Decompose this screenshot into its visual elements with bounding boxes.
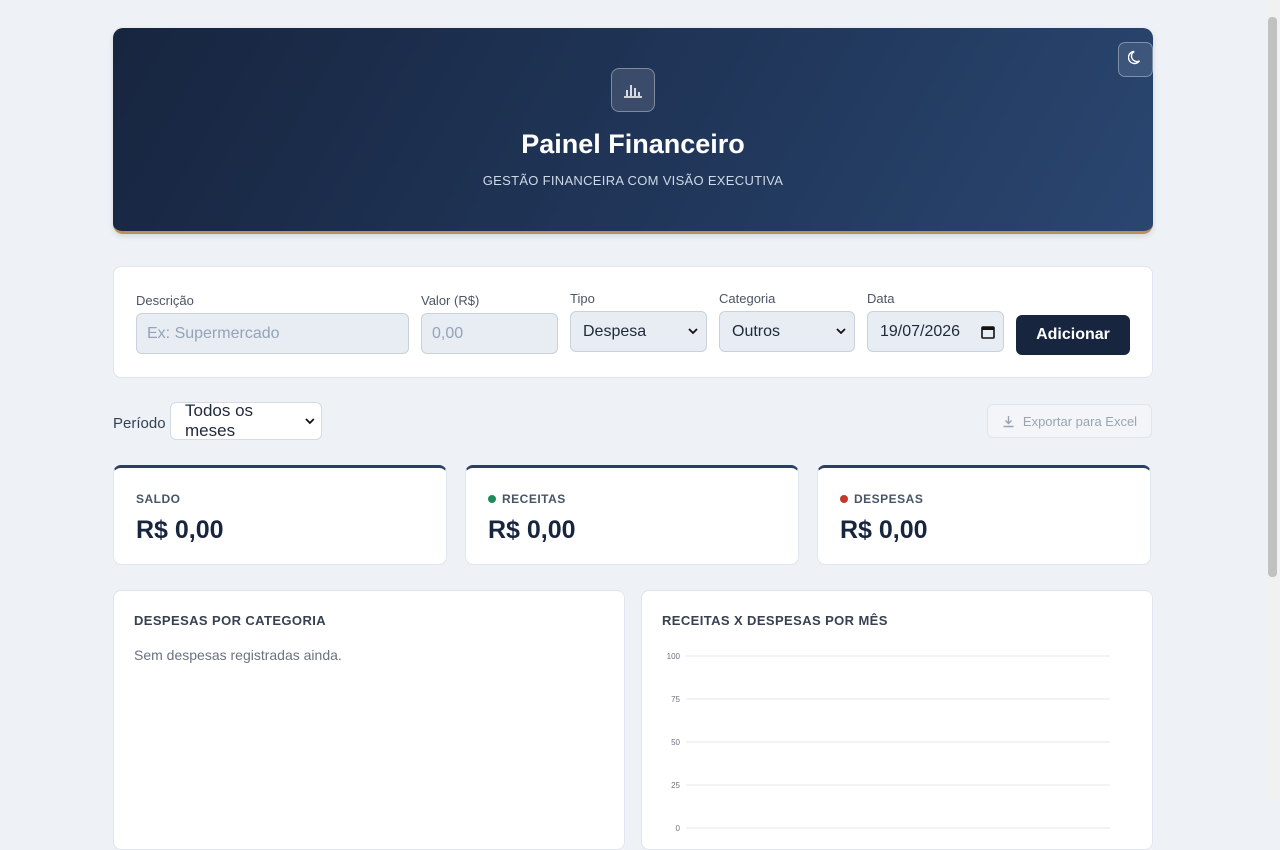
scrollbar[interactable] <box>1265 0 1280 800</box>
page-title: Painel Financeiro <box>521 129 745 159</box>
page-subtitle: GESTÃO FINANCEIRA COM VISÃO EXECUTIVA <box>482 173 784 188</box>
add-button[interactable]: Adicionar <box>1016 315 1130 355</box>
type-select[interactable]: Despesa <box>570 311 707 352</box>
moon-icon <box>1127 49 1144 70</box>
kpi-label: RECEITAS <box>502 492 566 506</box>
empty-state-text: Sem despesas registradas ainda. <box>134 647 342 663</box>
monthly-panel: RECEITAS X DESPESAS POR MÊS 100 75 50 25 0 <box>641 590 1153 850</box>
kpi-card-saldo: SALDO R$ 0,00 <box>113 465 447 565</box>
kpi-value: R$ 0,00 <box>488 516 576 544</box>
description-input[interactable]: Ex: Supermercado <box>136 313 409 354</box>
kpi-card-despesas: DESPESAS R$ 0,00 <box>817 465 1151 565</box>
period-label: Período <box>113 415 166 432</box>
date-label: Data <box>867 291 895 306</box>
y-tick-label: 0 <box>676 824 681 833</box>
value-label: Valor (R$) <box>421 293 480 308</box>
chevron-down-icon <box>688 328 698 335</box>
chevron-down-icon <box>836 328 846 335</box>
kpi-value: R$ 0,00 <box>136 516 224 544</box>
date-input[interactable]: 19/07/2026 <box>867 311 1004 352</box>
download-icon <box>1003 415 1014 427</box>
scrollbar-thumb[interactable] <box>1268 17 1277 577</box>
y-tick-label: 25 <box>671 781 680 790</box>
chevron-down-icon <box>305 417 315 424</box>
panel-title: RECEITAS X DESPESAS POR MÊS <box>662 613 888 628</box>
panel-title: DESPESAS POR CATEGORIA <box>134 613 327 628</box>
description-label: Descrição <box>136 293 194 308</box>
expense-dot-icon <box>840 495 848 503</box>
bar-chart-icon <box>611 68 655 112</box>
calendar-icon[interactable] <box>981 325 995 339</box>
header-banner: Painel Financeiro GESTÃO FINANCEIRA COM … <box>113 28 1153 234</box>
theme-toggle-button[interactable] <box>1118 42 1153 77</box>
y-tick-label: 50 <box>671 738 680 747</box>
transaction-form: Descrição Ex: Supermercado Valor (R$) 0,… <box>113 266 1153 378</box>
kpi-card-receitas: RECEITAS R$ 0,00 <box>465 465 799 565</box>
value-input[interactable]: 0,00 <box>421 313 558 354</box>
kpi-label: SALDO <box>136 492 181 506</box>
y-tick-label: 100 <box>667 652 681 661</box>
period-select[interactable]: Todos os meses <box>170 401 322 440</box>
kpi-label: DESPESAS <box>854 492 924 506</box>
export-excel-button[interactable]: Exportar para Excel <box>987 404 1152 438</box>
type-label: Tipo <box>570 291 595 306</box>
income-dot-icon <box>488 495 496 503</box>
monthly-chart: 100 75 50 25 0 <box>667 652 1110 833</box>
kpi-value: R$ 0,00 <box>840 516 928 544</box>
category-label: Categoria <box>719 291 776 306</box>
category-select[interactable]: Outros <box>719 311 855 352</box>
y-tick-label: 75 <box>671 695 680 704</box>
category-panel: DESPESAS POR CATEGORIA Sem despesas regi… <box>113 590 625 850</box>
